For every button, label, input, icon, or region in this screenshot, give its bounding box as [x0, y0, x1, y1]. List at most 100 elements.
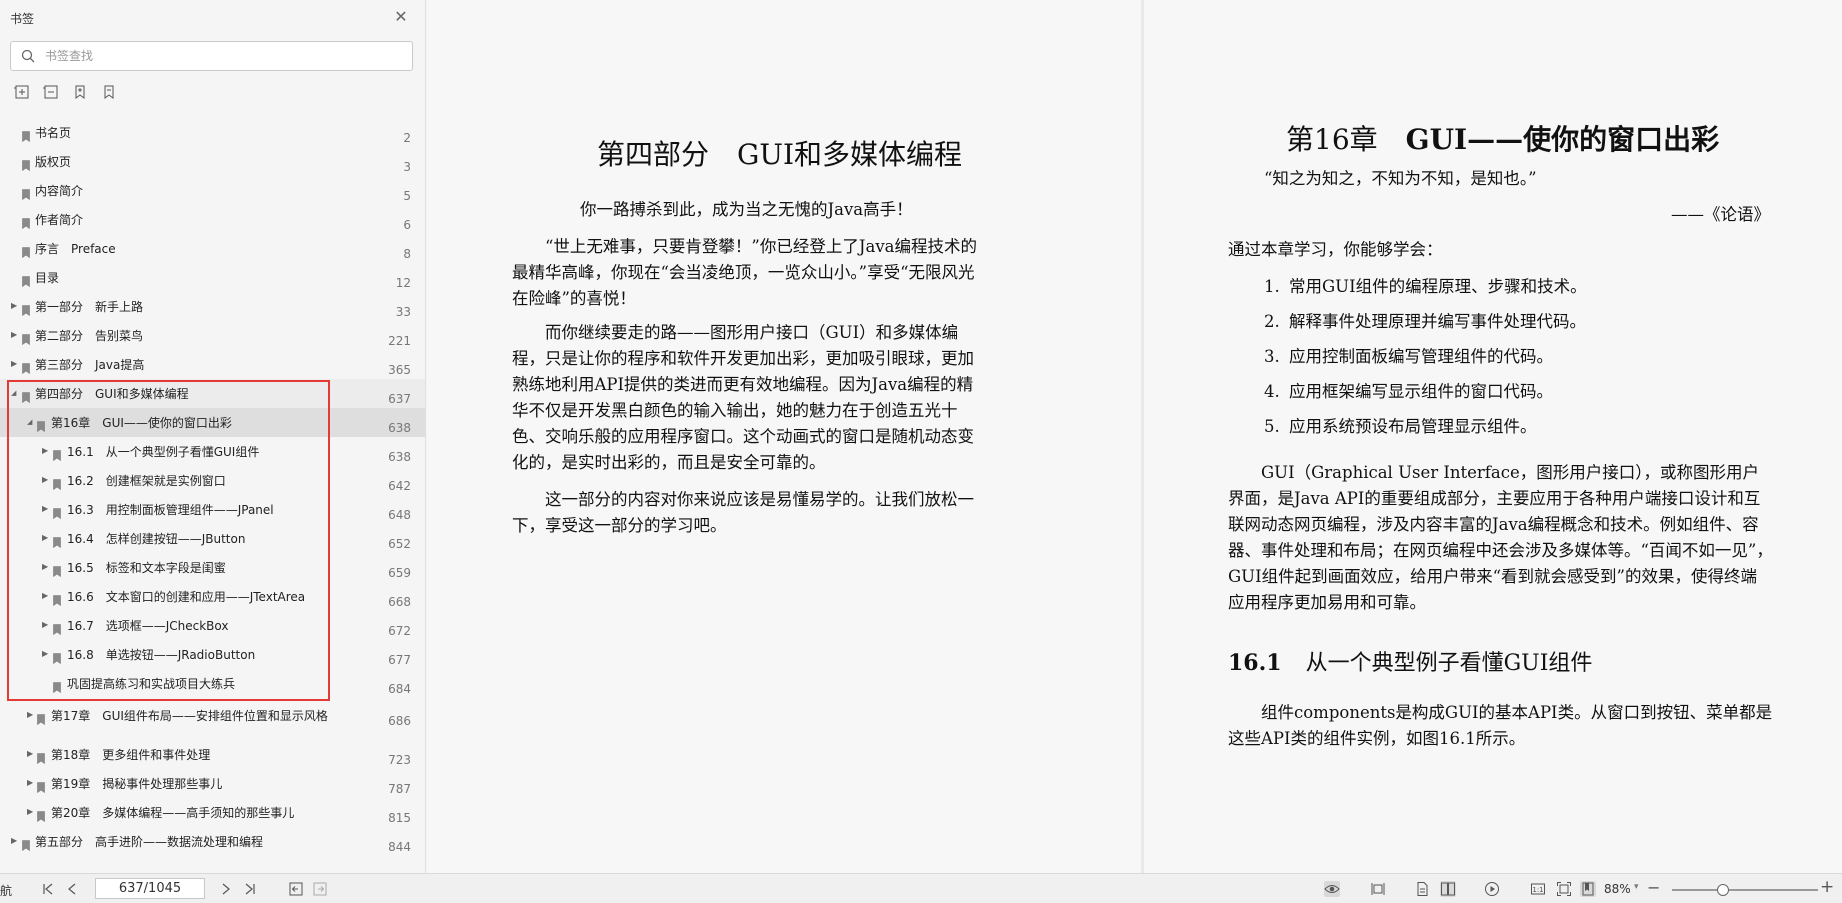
zoom-in-icon[interactable]: + [1820, 877, 1834, 897]
expand-all-icon[interactable] [14, 84, 32, 102]
bookmark-label: 第18章 更多组件和事件处理 [51, 748, 211, 762]
bookmark-item[interactable]: ◢ 第16章 GUI——使你的窗口出彩 638 [0, 408, 425, 437]
previous-page-icon[interactable] [64, 881, 80, 897]
next-page-icon[interactable] [218, 881, 234, 897]
paragraph: 而你继续要走的路——图形用户接口（GUI）和多媒体编程，只是让你的程序和软件开发… [512, 323, 974, 472]
expand-arrow-icon[interactable]: ▶ [42, 620, 50, 630]
bookmark-item[interactable]: ▶ 第17章 GUI组件布局——安排组件位置和显示风格 686 [0, 701, 425, 730]
last-page-icon[interactable] [242, 881, 258, 897]
bookmark-item[interactable]: 内容简介 5 [0, 176, 425, 205]
zoom-slider-track[interactable] [1672, 889, 1818, 891]
bookmark-page-number: 659 [388, 566, 411, 580]
expand-arrow-icon[interactable]: ▶ [27, 749, 35, 759]
bookmark-page-number: 5 [403, 189, 411, 203]
expand-arrow-icon[interactable]: ▶ [42, 591, 50, 601]
single-page-icon[interactable] [1414, 881, 1430, 897]
bookmark-item[interactable]: ▶ 16.4 怎样创建按钮——JButton 652 [0, 524, 425, 553]
bookmark-page-number: 668 [388, 595, 411, 609]
bookmark-item[interactable]: ▶ 第一部分 新手上路 33 [0, 292, 425, 321]
page-number-input[interactable] [95, 878, 205, 899]
bookmark-item[interactable]: 书名页 2 [0, 118, 425, 147]
bookmark-page-number: 12 [395, 276, 411, 290]
expand-arrow-icon[interactable]: ▶ [42, 475, 50, 485]
expand-arrow-icon[interactable]: ▶ [27, 807, 35, 817]
bookmark-label: 第19章 揭秘事件处理那些事儿 [51, 777, 223, 791]
close-icon[interactable]: ✕ [392, 8, 410, 26]
svg-text:1:1: 1:1 [1532, 886, 1543, 894]
reading-mode-icon[interactable] [1580, 881, 1596, 897]
actual-size-icon[interactable]: 1:1 [1530, 881, 1546, 897]
bookmark-item[interactable]: 作者简介 6 [0, 205, 425, 234]
two-page-icon[interactable] [1440, 881, 1456, 897]
paragraph: 这一部分的内容对你来说应该是易懂易学的。让我们放松一下，享受这一部分的学习吧。 [512, 490, 974, 535]
bookmark-item[interactable]: ▶ 16.6 文本窗口的创建和应用——JTextArea 668 [0, 582, 425, 611]
zoom-level[interactable]: 88% [1604, 882, 1631, 896]
bookmark-search-input[interactable] [45, 46, 405, 66]
collapse-all-icon[interactable] [43, 84, 61, 102]
expand-arrow-icon[interactable]: ▶ [11, 359, 19, 369]
expand-arrow-icon[interactable]: ▶ [42, 446, 50, 456]
navigation-mode-label: 航 [0, 884, 13, 898]
bookmark-label: 16.7 选项框——JCheckBox [67, 619, 229, 633]
expand-arrow-icon[interactable]: ▶ [42, 504, 50, 514]
bookmark-icon [22, 243, 30, 259]
play-icon[interactable] [1484, 881, 1500, 897]
eye-protection-icon[interactable] [1324, 881, 1340, 897]
paragraph: “世上无难事，只要肯登攀！”你已经登上了Java编程技术的最精华高峰，你现在“会… [512, 237, 977, 308]
bookmark-item[interactable]: 目录 12 [0, 263, 425, 292]
bookmark-page-number: 686 [388, 714, 411, 728]
bookmark-icon [22, 836, 30, 852]
document-view[interactable]: 第四部分 GUI和多媒体编程 你一路搏杀到此，成为当之无愧的Java高手！ “世… [427, 0, 1842, 873]
collapse-arrow-icon[interactable]: ◢ [11, 388, 19, 398]
first-page-icon[interactable] [40, 881, 56, 897]
bookmark-item[interactable]: ▶ 第五部分 高手进阶——数据流处理和编程 844 [0, 827, 425, 856]
fit-page-icon[interactable] [1556, 881, 1572, 897]
bookmark-item[interactable]: ▶ 第20章 多媒体编程——高手须知的那些事儿 815 [0, 798, 425, 827]
bookmark-icon [53, 591, 61, 607]
expand-arrow-icon[interactable]: ▶ [11, 301, 19, 311]
epigraph-source: ——《论语》 [1671, 205, 1770, 224]
bookmark-item[interactable]: 版权页 3 [0, 147, 425, 176]
objective-item: 5. 应用系统预设布局管理显示组件。 [1264, 417, 1537, 436]
bookmark-item[interactable]: ▶ 第19章 揭秘事件处理那些事儿 787 [0, 769, 425, 798]
expand-arrow-icon[interactable]: ▶ [11, 836, 19, 846]
expand-arrow-icon[interactable]: ▶ [11, 330, 19, 340]
bookmark-item[interactable]: ▶ 16.3 用控制面板管理组件——JPanel 648 [0, 495, 425, 524]
navigate-back-icon[interactable] [288, 881, 304, 897]
delete-bookmark-icon[interactable] [101, 84, 119, 102]
bookmark-item[interactable]: ▶ 16.5 标签和文本字段是闺蜜 659 [0, 553, 425, 582]
fit-width-icon[interactable] [1370, 881, 1386, 897]
bookmark-item[interactable]: ◢ 第四部分 GUI和多媒体编程 637 [0, 379, 425, 408]
chapter-title: GUI——使你的窗口出彩 [1405, 123, 1720, 156]
bookmark-item[interactable]: 巩固提高练习和实战项目大练兵 684 [0, 669, 425, 698]
bookmark-label: 第16章 GUI——使你的窗口出彩 [51, 416, 232, 430]
bookmark-item[interactable]: 序言 Preface 8 [0, 234, 425, 263]
bookmark-item[interactable]: ▶ 第18章 更多组件和事件处理 723 [0, 740, 425, 769]
chevron-down-icon[interactable]: ▾ [1634, 882, 1639, 892]
objective-item: 3. 应用控制面板编写管理组件的代码。 [1264, 347, 1553, 366]
expand-arrow-icon[interactable]: ▶ [42, 533, 50, 543]
bookmark-page-number: 677 [388, 653, 411, 667]
bookmark-item[interactable]: ▶ 第三部分 Java提高 365 [0, 350, 425, 379]
document-page-right: 第16章 GUI——使你的窗口出彩 “知之为知之，不知为不知，是知也。” ——《… [1144, 0, 1842, 873]
bookmark-icon [53, 562, 61, 578]
expand-arrow-icon[interactable]: ▶ [27, 710, 35, 720]
bookmark-search-box[interactable] [10, 41, 413, 71]
bookmark-item[interactable]: ▶ 16.8 单选按钮——JRadioButton 677 [0, 640, 425, 669]
collapse-arrow-icon[interactable]: ◢ [27, 417, 35, 427]
bookmark-label: 第一部分 新手上路 [35, 300, 144, 314]
bookmark-item[interactable]: ▶ 第二部分 告别菜鸟 221 [0, 321, 425, 350]
expand-arrow-icon[interactable]: ▶ [42, 562, 50, 572]
bookmark-page-number: 672 [388, 624, 411, 638]
bookmark-page-number: 638 [388, 421, 411, 435]
navigate-forward-icon[interactable] [312, 881, 328, 897]
expand-arrow-icon[interactable]: ▶ [42, 649, 50, 659]
bookmark-item[interactable]: ▶ 16.2 创建框架就是实例窗口 642 [0, 466, 425, 495]
zoom-slider-thumb[interactable] [1717, 884, 1730, 896]
bookmark-item[interactable]: ▶ 16.7 选项框——JCheckBox 672 [0, 611, 425, 640]
bookmark-item[interactable]: ▶ 16.1 从一个典型例子看懂GUI组件 638 [0, 437, 425, 466]
bookmark-label: 巩固提高练习和实战项目大练兵 [67, 677, 236, 691]
zoom-out-icon[interactable]: − [1647, 878, 1660, 897]
expand-arrow-icon[interactable]: ▶ [27, 778, 35, 788]
add-bookmark-icon[interactable] [72, 84, 90, 102]
